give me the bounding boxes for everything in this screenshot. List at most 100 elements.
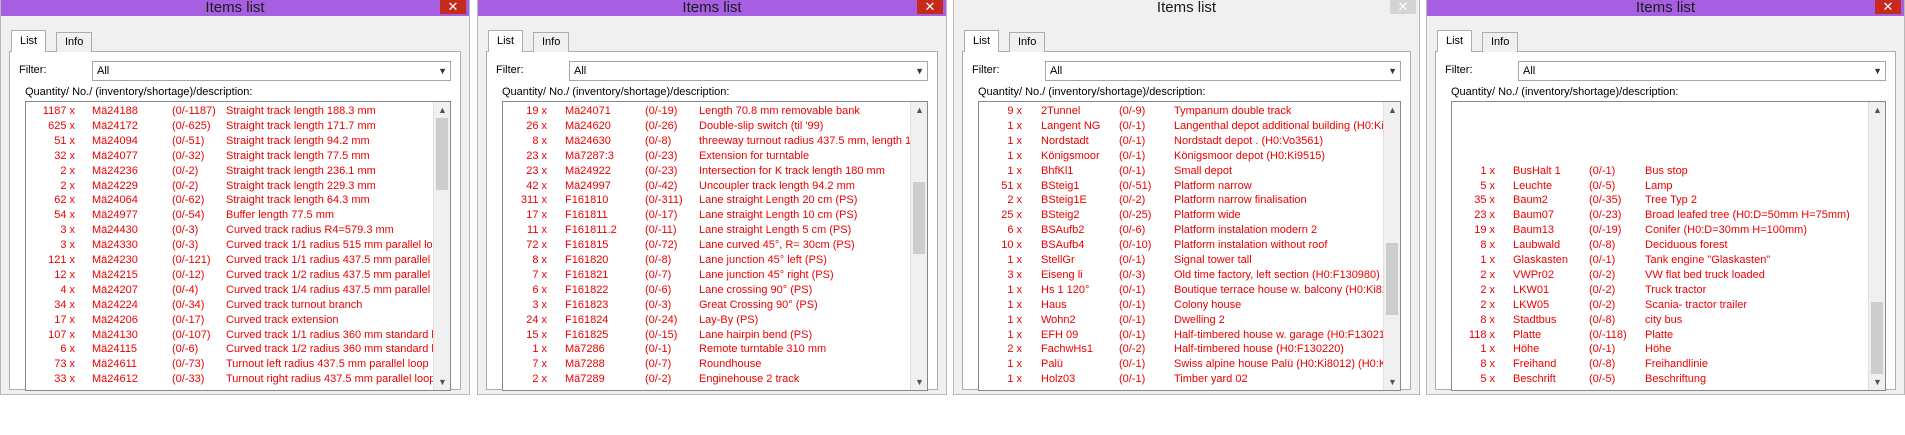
title-bar[interactable]: Items list ✕ — [478, 0, 946, 16]
list-item[interactable]: 1 x Hs 1 120° (0/-1) Boutique terrace house… — [979, 283, 1400, 298]
list-item[interactable]: 2 x LKW05 (0/-2) Scania- tractor trailer — [1452, 298, 1870, 313]
list-item[interactable]: 2 x Mä7289 (0/-2) Enginehouse 2 track — [503, 372, 912, 387]
list-item[interactable]: 25 x BSteig2 (0/-25) Platform wide — [979, 208, 1385, 223]
tab-list[interactable]: List — [1437, 30, 1473, 52]
list-item[interactable]: 311 x F161810 (0/-311) Lane straight Length… — [503, 193, 912, 208]
list-item[interactable]: 8 x F161820 (0/-8) Lane junction 45° left (… — [503, 253, 912, 268]
close-icon[interactable]: ✕ — [440, 0, 466, 14]
list-item[interactable]: 8 x Stadtbus (0/-8) city bus — [1452, 313, 1870, 328]
title-bar[interactable]: Items list ✕ — [1, 0, 469, 16]
list-item[interactable]: 19 x Baum13 (0/-19) Conifer (H0:D=30mm H=10… — [1452, 223, 1870, 238]
list-item[interactable]: 17 x F161811 (0/-17) Lane straight Length 1… — [503, 208, 912, 223]
list-item[interactable]: 1 x Haus (0/-1) Colony house — [979, 298, 1385, 313]
items-listbox[interactable]: 19 x Mä24071 (0/-19) Length 70.8 mm removab… — [502, 101, 928, 391]
vertical-scrollbar[interactable]: ▲ ▼ — [433, 102, 450, 390]
items-listbox[interactable]: 1187 x Mä24188 (0/-1187) Straight track len… — [25, 101, 451, 391]
list-item[interactable]: 118 x Platte (0/-118) Platte — [1452, 328, 1870, 343]
vertical-scrollbar[interactable]: ▲ ▼ — [1868, 102, 1885, 390]
list-item[interactable]: 4 x Mä24207 (0/-4) Curved track 1/4 radius … — [26, 283, 450, 298]
list-item[interactable]: 1 x Wohn2 (0/-1) Dwelling 2 — [979, 313, 1385, 328]
tab-info[interactable]: Info — [1482, 32, 1519, 52]
list-item[interactable]: 1 x Palü (0/-1) Swiss alpine house Palü (H0… — [979, 357, 1400, 372]
list-item[interactable]: 1 x Mä7286 (0/-1) Remote turntable 310 mm — [503, 342, 912, 357]
list-item[interactable]: 1 x Königsmoor (0/-1) Königsmoor depot (H0:… — [979, 149, 1385, 164]
list-item[interactable]: 26 x Mä24620 (0/-26) Double-slip switch (ti… — [503, 119, 912, 134]
list-item[interactable]: 23 x Mä7287:3 (0/-23) Extension for turntab… — [503, 149, 912, 164]
items-listbox[interactable]: 9 x 2Tunnel (0/-9) Tympanum double track 1 x… — [978, 101, 1401, 391]
list-item[interactable]: 2 x BSteig1E (0/-2) Platform narrow finalis… — [979, 193, 1385, 208]
list-item[interactable]: 42 x Mä24997 (0/-42) Uncoupler track length… — [503, 179, 912, 194]
list-item[interactable]: 8 x Freihand (0/-8) Freihandlinie — [1452, 357, 1870, 372]
list-item[interactable]: 15 x F161825 (0/-15) Lane hairpin bend (PS) — [503, 328, 912, 343]
list-item[interactable]: 2 x Mä24236 (0/-2) Straight track length 23… — [26, 164, 435, 179]
list-item[interactable]: 8 x Mä24630 (0/-8) threeway turnout radius … — [503, 134, 927, 149]
close-icon[interactable]: ✕ — [917, 0, 943, 14]
scroll-up-icon[interactable]: ▲ — [1869, 102, 1885, 118]
tab-list[interactable]: List — [488, 30, 524, 52]
scroll-down-icon[interactable]: ▼ — [1384, 374, 1400, 390]
list-item[interactable]: 11 x F161811.2 (0/-11) Lane straight Length… — [503, 223, 912, 238]
list-item[interactable]: 32 x Mä24077 (0/-32) Straight track length … — [26, 149, 435, 164]
close-icon[interactable]: ✕ — [1390, 0, 1416, 14]
vertical-scrollbar[interactable]: ▲ ▼ — [1383, 102, 1400, 390]
list-item[interactable]: 5 x Leuchte (0/-5) Lamp — [1452, 179, 1870, 194]
list-item[interactable]: 3 x F161823 (0/-3) Great Crossing 90° (PS) — [503, 298, 912, 313]
list-item[interactable]: 35 x Baum2 (0/-35) Tree Typ 2 — [1452, 193, 1870, 208]
filter-dropdown[interactable]: All ▼ — [1518, 61, 1886, 81]
scroll-thumb[interactable] — [436, 118, 448, 190]
list-item[interactable]: 10 x BSAufb4 (0/-10) Platform instalation w… — [979, 238, 1385, 253]
title-bar[interactable]: Items list ✕ — [1427, 0, 1904, 16]
list-item[interactable]: 19 x Mä24071 (0/-19) Length 70.8 mm removab… — [503, 104, 912, 119]
list-item[interactable]: 1 x Höhe (0/-1) Höhe — [1452, 342, 1870, 357]
list-item[interactable]: 2 x Mä24229 (0/-2) Straight track length 22… — [26, 179, 435, 194]
list-item[interactable]: 23 x Baum07 (0/-23) Broad leafed tree (H0:D… — [1452, 208, 1870, 223]
title-bar[interactable]: Items list ✕ — [954, 0, 1419, 16]
list-item[interactable]: 1 x Nordstadt (0/-1) Nordstadt depot . (H0:… — [979, 134, 1385, 149]
list-item[interactable]: 1 x BhfKl1 (0/-1) Small depot — [979, 164, 1385, 179]
list-item[interactable]: 6 x F161822 (0/-6) Lane crossing 90° (PS) — [503, 283, 912, 298]
list-item[interactable]: 3 x Mä24430 (0/-3) Curved track radius R4=5… — [26, 223, 435, 238]
scroll-up-icon[interactable]: ▲ — [1384, 102, 1400, 118]
list-item[interactable]: 1 x EFH 09 (0/-1) Half-timbered house w. ga… — [979, 328, 1394, 343]
list-item[interactable]: 1 x Glaskasten (0/-1) Tank engine "Glaskast… — [1452, 253, 1870, 268]
list-item[interactable]: 1 x BusHalt 1 (0/-1) Bus stop — [1452, 164, 1870, 179]
tab-info[interactable]: Info — [533, 32, 570, 52]
list-item[interactable]: 24 x F161824 (0/-24) Lay-By (PS) — [503, 313, 912, 328]
list-item[interactable]: 51 x Mä24094 (0/-51) Straight track length … — [26, 134, 435, 149]
scroll-down-icon[interactable]: ▼ — [434, 374, 450, 390]
scroll-down-icon[interactable]: ▼ — [911, 374, 927, 390]
filter-dropdown[interactable]: All ▼ — [569, 61, 928, 81]
list-item[interactable]: 33 x Mä24612 (0/-33) Turnout right radius 4… — [26, 372, 435, 387]
list-item[interactable]: 54 x Mä24977 (0/-54) Buffer length 77.5 mm — [26, 208, 435, 223]
list-item[interactable]: 121 x Mä24230 (0/-121) Curved track 1/1 rad… — [26, 253, 450, 268]
list-item[interactable]: 62 x Mä24064 (0/-62) Straight track length … — [26, 193, 435, 208]
list-item[interactable]: 6 x Mä24115 (0/-6) Curved track 1/2 radius … — [26, 342, 450, 357]
list-item[interactable]: 7 x F161821 (0/-7) Lane junction 45° right … — [503, 268, 912, 283]
close-icon[interactable]: ✕ — [1875, 0, 1901, 14]
list-item[interactable]: 2 x VWPr02 (0/-2) VW flat bed truck loaded — [1452, 268, 1870, 283]
tab-list[interactable]: List — [964, 30, 1000, 52]
list-item[interactable]: 5 x Beschrift (0/-5) Beschriftung — [1452, 372, 1870, 387]
list-item[interactable]: 107 x Mä24130 (0/-107) Curved track 1/1 rad… — [26, 328, 450, 343]
scroll-thumb[interactable] — [1871, 302, 1883, 374]
scroll-thumb[interactable] — [1386, 243, 1398, 316]
tab-list[interactable]: List — [11, 30, 47, 52]
items-listbox[interactable]: 1 x BusHalt 1 (0/-1) Bus stop 5 x Leuchte (0/-… — [1451, 101, 1886, 391]
list-item[interactable]: 6 x BSAufb2 (0/-6) Platform instalation mod… — [979, 223, 1385, 238]
list-item[interactable]: 2 x LKW01 (0/-2) Truck tractor — [1452, 283, 1870, 298]
list-item[interactable]: 3 x Eiseng li (0/-3) Old time factory, left… — [979, 268, 1385, 283]
list-item[interactable]: 1187 x Mä24188 (0/-1187) Straight track len… — [26, 104, 435, 119]
list-item[interactable]: 8 x Laubwald (0/-8) Deciduous forest — [1452, 238, 1870, 253]
list-item[interactable]: 12 x Mä24215 (0/-12) Curved track 1/2 radiu… — [26, 268, 450, 283]
list-item[interactable]: 7 x Mä7288 (0/-7) Roundhouse — [503, 357, 912, 372]
scroll-up-icon[interactable]: ▲ — [911, 102, 927, 118]
tab-info[interactable]: Info — [56, 32, 93, 52]
filter-dropdown[interactable]: All ▼ — [92, 61, 451, 81]
list-item[interactable]: 1 x Holz03 (0/-1) Timber yard 02 — [979, 372, 1385, 387]
list-item[interactable]: 3 x Mä24330 (0/-3) Curved track 1/1 radius … — [26, 238, 445, 253]
list-item[interactable]: 73 x Mä24611 (0/-73) Turnout left radius 43… — [26, 357, 435, 372]
scroll-down-icon[interactable]: ▼ — [1869, 374, 1885, 390]
filter-dropdown[interactable]: All ▼ — [1045, 61, 1401, 81]
list-item[interactable]: 2 x FachwHs1 (0/-2) Half-timbered house (H0… — [979, 342, 1385, 357]
tab-info[interactable]: Info — [1009, 32, 1046, 52]
